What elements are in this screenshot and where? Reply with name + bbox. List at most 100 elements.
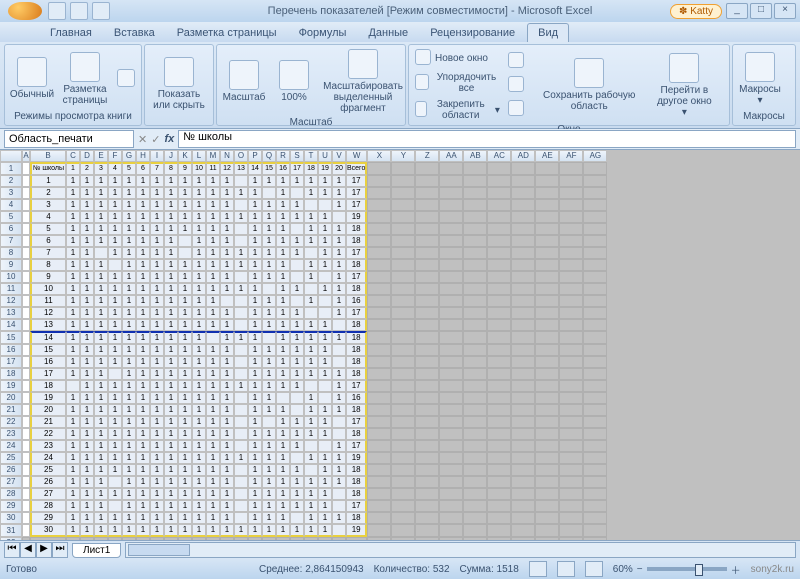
cell[interactable]: 1	[150, 416, 164, 428]
cell[interactable]	[22, 428, 30, 440]
cell[interactable]: 1	[262, 500, 276, 512]
cell[interactable]: 1	[136, 368, 150, 380]
cell[interactable]: 1	[66, 344, 80, 356]
cell[interactable]: 1	[94, 235, 108, 247]
maximize-icon[interactable]: □	[750, 3, 772, 19]
cell[interactable]: 1	[318, 416, 332, 428]
cell[interactable]: 1	[150, 440, 164, 452]
cell[interactable]: 1	[30, 175, 66, 187]
cell[interactable]	[511, 295, 535, 307]
cell[interactable]	[415, 428, 439, 440]
cell[interactable]	[583, 271, 607, 283]
cell[interactable]	[487, 295, 511, 307]
cell[interactable]	[415, 331, 439, 344]
row-header[interactable]: 10	[0, 271, 22, 283]
cell[interactable]	[487, 271, 511, 283]
cell[interactable]	[535, 223, 559, 235]
cell[interactable]	[511, 199, 535, 211]
cell[interactable]: 1	[318, 175, 332, 187]
cell[interactable]: 1	[332, 440, 346, 452]
cell[interactable]	[535, 524, 559, 537]
cell[interactable]: 18	[346, 259, 367, 271]
cell[interactable]: 1	[262, 368, 276, 380]
cell[interactable]	[332, 500, 346, 512]
cell[interactable]	[535, 512, 559, 524]
cell[interactable]: 1	[136, 283, 150, 295]
cell[interactable]	[391, 331, 415, 344]
cell[interactable]: 1	[164, 331, 178, 344]
cell[interactable]	[332, 524, 346, 537]
cell[interactable]: 18	[346, 476, 367, 488]
cell[interactable]: 1	[108, 512, 122, 524]
cell[interactable]: 1	[192, 488, 206, 500]
unhide-button[interactable]	[506, 98, 526, 120]
cell[interactable]	[234, 235, 248, 247]
cell[interactable]: 1	[80, 344, 94, 356]
cell[interactable]: 1	[178, 404, 192, 416]
cell[interactable]	[583, 392, 607, 404]
cell[interactable]: 1	[276, 404, 290, 416]
cell[interactable]: 1	[332, 247, 346, 259]
cell[interactable]	[234, 307, 248, 319]
cell[interactable]	[511, 187, 535, 199]
cell[interactable]: 1	[108, 392, 122, 404]
cell[interactable]	[583, 223, 607, 235]
cell[interactable]: 1	[220, 307, 234, 319]
cell[interactable]: 20	[30, 404, 66, 416]
cell[interactable]	[583, 380, 607, 392]
cell[interactable]	[367, 259, 391, 271]
cell[interactable]: 1	[164, 259, 178, 271]
cell[interactable]	[108, 476, 122, 488]
cell[interactable]: 1	[192, 368, 206, 380]
cell[interactable]: 18	[346, 283, 367, 295]
cell[interactable]: 1	[178, 199, 192, 211]
cell[interactable]	[463, 259, 487, 271]
cell[interactable]	[583, 537, 607, 540]
cell[interactable]: 22	[30, 428, 66, 440]
cell[interactable]	[234, 356, 248, 368]
cell[interactable]	[367, 392, 391, 404]
cell[interactable]: 1	[290, 440, 304, 452]
worksheet[interactable]: Страница 1 Страница 2 ABCDEFGHIJKLMNOPQR…	[0, 150, 800, 540]
row-header[interactable]: 24	[0, 440, 22, 452]
row-header[interactable]: 1	[0, 162, 22, 175]
cell[interactable]	[290, 271, 304, 283]
cell[interactable]: 1	[94, 356, 108, 368]
zoom-button[interactable]: Масштаб	[221, 58, 267, 105]
cell[interactable]: 1	[94, 476, 108, 488]
cell[interactable]	[22, 247, 30, 259]
cell[interactable]	[234, 319, 248, 331]
cell[interactable]: 1	[262, 404, 276, 416]
cell[interactable]	[535, 211, 559, 223]
cell[interactable]	[391, 344, 415, 356]
cell[interactable]	[535, 440, 559, 452]
cell[interactable]: 1	[248, 283, 262, 295]
cell[interactable]	[318, 392, 332, 404]
cell[interactable]: 1	[206, 307, 220, 319]
cell[interactable]: 1	[248, 344, 262, 356]
cell[interactable]	[234, 512, 248, 524]
cell[interactable]: 1	[206, 247, 220, 259]
cell[interactable]	[511, 440, 535, 452]
cell[interactable]: 1	[150, 488, 164, 500]
cell[interactable]	[80, 537, 94, 540]
cell[interactable]	[463, 392, 487, 404]
cell[interactable]	[22, 404, 30, 416]
cell[interactable]: 17	[346, 440, 367, 452]
cell[interactable]: 1	[66, 524, 80, 537]
cell[interactable]	[559, 488, 583, 500]
cell[interactable]	[332, 428, 346, 440]
cell[interactable]: 1	[206, 368, 220, 380]
cell[interactable]: 18	[30, 380, 66, 392]
cell[interactable]: 1	[80, 380, 94, 392]
cell[interactable]: 1	[94, 512, 108, 524]
cell[interactable]	[367, 464, 391, 476]
cell[interactable]	[234, 476, 248, 488]
cell[interactable]	[391, 235, 415, 247]
cell[interactable]	[559, 319, 583, 331]
cell[interactable]: 1	[248, 331, 262, 344]
cell[interactable]: 1	[276, 428, 290, 440]
cell[interactable]	[559, 235, 583, 247]
cell[interactable]: 1	[192, 199, 206, 211]
cell[interactable]: 1	[262, 295, 276, 307]
